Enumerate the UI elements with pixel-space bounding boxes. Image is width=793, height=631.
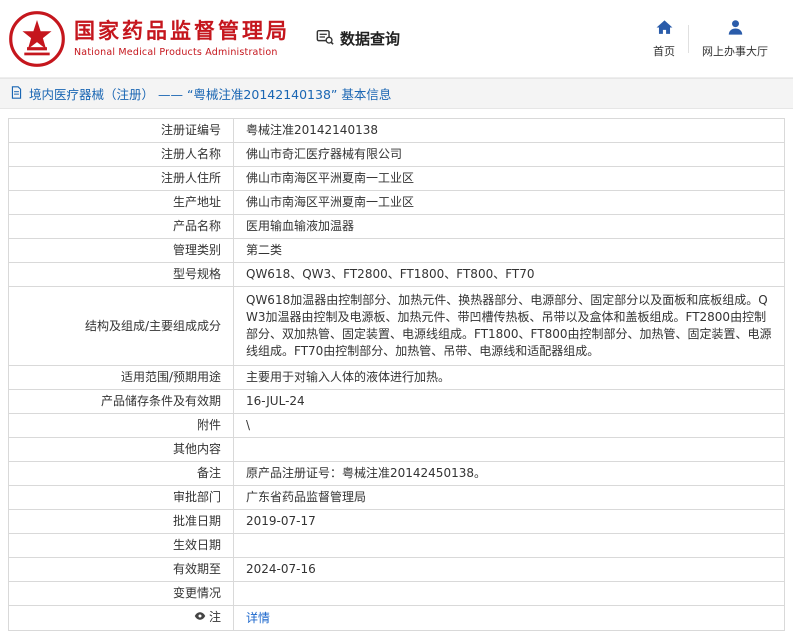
row-label: 生效日期	[8, 533, 234, 558]
table-row: 生产地址 佛山市南海区平洲夏南一工业区	[8, 190, 785, 215]
data-query-title: 数据查询	[316, 28, 400, 50]
data-query-label: 数据查询	[340, 30, 401, 48]
row-label: 产品储存条件及有效期	[8, 389, 234, 414]
row-label: 注册人名称	[8, 142, 234, 167]
row-label: 备注	[8, 461, 234, 486]
row-value	[233, 437, 785, 462]
document-icon	[10, 84, 23, 103]
info-table-body: 注册证编号 粤械注准20142140138 注册人名称 佛山市奇汇医疗器械有限公司 注册…	[8, 118, 785, 631]
table-row: 有效期至 2024-07-16	[8, 557, 785, 582]
row-value: 主要用于对输入人体的液体进行加热。	[233, 365, 785, 390]
row-label: 管理类别	[8, 238, 234, 263]
table-row: 管理类别 第二类	[8, 238, 785, 263]
info-table: 注册证编号 粤械注准20142140138 注册人名称 佛山市奇汇医疗器械有限公司 注册…	[8, 118, 785, 631]
nav-service-hall-label: 网上办事大厅	[702, 45, 768, 58]
nav-service-hall[interactable]: 网上办事大厅	[689, 18, 781, 59]
table-row: 注册证编号 粤械注准20142140138	[8, 118, 785, 143]
table-row: 审批部门 广东省药品监督管理局	[8, 485, 785, 510]
nav-home-label: 首页	[653, 45, 675, 58]
row-label: 批准日期	[8, 509, 234, 534]
org-name-en: National Medical Products Administration	[74, 46, 278, 58]
brand-text: 国家药品监督管理局 National Medical Products Admi…	[74, 19, 290, 57]
row-label: 型号规格	[8, 262, 234, 287]
row-label: 注册证编号	[8, 118, 234, 143]
table-row: 备注 原产品注册证号：粤械注准20142450138。	[8, 461, 785, 486]
header-nav: 首页 网上办事大厅	[640, 18, 781, 59]
row-value: 医用输血输液加温器	[233, 214, 785, 239]
row-label: 有效期至	[8, 557, 234, 582]
row-value: 16-JUL-24	[233, 389, 785, 414]
row-value: 第二类	[233, 238, 785, 263]
table-row: 附件 \	[8, 413, 785, 438]
row-value: \	[233, 413, 785, 438]
row-label: 注	[8, 605, 234, 631]
row-value	[233, 533, 785, 558]
table-row: 结构及组成/主要组成成分 QW618加温器由控制部分、加热元件、换热器部分、电源部…	[8, 286, 785, 366]
table-row: 产品名称 医用输血输液加温器	[8, 214, 785, 239]
row-value: 粤械注准20142140138	[233, 118, 785, 143]
table-row: 型号规格 QW618、QW3、FT2800、FT1800、FT800、FT70	[8, 262, 785, 287]
detail-link[interactable]: 详情	[246, 611, 270, 625]
row-value: 2024-07-16	[233, 557, 785, 582]
table-row: 批准日期 2019-07-17	[8, 509, 785, 534]
table-row: 其他内容	[8, 437, 785, 462]
table-row: 适用范围/预期用途 主要用于对输入人体的液体进行加热。	[8, 365, 785, 390]
table-row: 注册人住所 佛山市南海区平洲夏南一工业区	[8, 166, 785, 191]
nmpa-emblem-logo	[8, 10, 66, 68]
row-label: 结构及组成/主要组成成分	[8, 286, 234, 366]
row-value: 原产品注册证号：粤械注准20142450138。	[233, 461, 785, 486]
home-icon	[655, 18, 674, 40]
page-title-bar: 境内医疗器械（注册） —— “粤械注准20142140138” 基本信息	[0, 78, 793, 109]
table-row: 产品储存条件及有效期 16-JUL-24	[8, 389, 785, 414]
org-name-cn: 国家药品监督管理局	[74, 19, 290, 44]
site-header: 国家药品监督管理局 National Medical Products Admi…	[0, 0, 793, 78]
row-label: 审批部门	[8, 485, 234, 510]
row-label: 生产地址	[8, 190, 234, 215]
table-row: 注册人名称 佛山市奇汇医疗器械有限公司	[8, 142, 785, 167]
page: 国家药品监督管理局 National Medical Products Admi…	[0, 0, 793, 631]
row-value: 广东省药品监督管理局	[233, 485, 785, 510]
row-value: QW618、QW3、FT2800、FT1800、FT800、FT70	[233, 262, 785, 287]
row-value: 佛山市南海区平洲夏南一工业区	[233, 190, 785, 215]
row-label: 附件	[8, 413, 234, 438]
table-row: 注详情	[8, 605, 785, 631]
row-value: 佛山市南海区平洲夏南一工业区	[233, 166, 785, 191]
row-value: 详情	[233, 605, 785, 631]
row-label: 其他内容	[8, 437, 234, 462]
row-value: 2019-07-17	[233, 509, 785, 534]
row-label: 产品名称	[8, 214, 234, 239]
row-label: 适用范围/预期用途	[8, 365, 234, 390]
data-query-icon	[316, 28, 334, 50]
row-value: 佛山市奇汇医疗器械有限公司	[233, 142, 785, 167]
row-label: 注册人住所	[8, 166, 234, 191]
row-value: QW618加温器由控制部分、加热元件、换热器部分、电源部分、固定部分以及面板和底…	[233, 286, 785, 366]
nav-home[interactable]: 首页	[640, 18, 688, 59]
brand-home-link[interactable]: 国家药品监督管理局 National Medical Products Admi…	[8, 10, 290, 68]
person-icon	[726, 18, 745, 40]
eye-icon	[194, 610, 206, 626]
page-title: 境内医疗器械（注册） —— “粤械注准20142140138” 基本信息	[29, 87, 392, 102]
table-row: 生效日期	[8, 533, 785, 558]
